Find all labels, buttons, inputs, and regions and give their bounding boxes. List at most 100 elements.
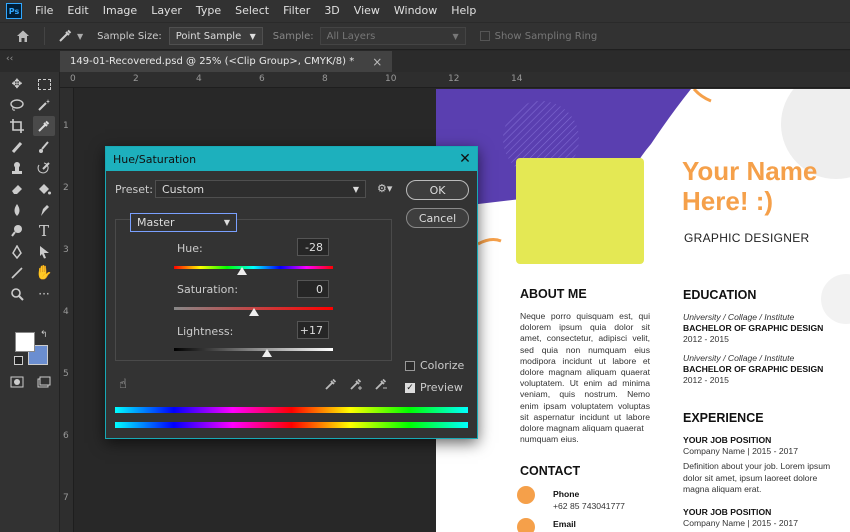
menu-view[interactable]: View (347, 0, 387, 22)
lasso-tool-icon[interactable] (6, 95, 28, 115)
marquee-tool-icon[interactable] (33, 74, 55, 94)
colorize-checkbox[interactable] (405, 361, 415, 371)
menu-bar: Ps File Edit Image Layer Type Select Fil… (0, 0, 850, 22)
brush-tool-icon[interactable] (33, 137, 55, 157)
saturation-slider-thumb[interactable] (248, 308, 259, 316)
ruler-number: 2 (133, 74, 139, 84)
document-tab[interactable]: 149-01-Recovered.psd @ 25% (<Clip Group>… (60, 51, 393, 72)
eyedropper-subtract-icon[interactable] (374, 377, 388, 394)
path-selection-tool-icon[interactable] (33, 242, 55, 262)
clone-stamp-tool-icon[interactable] (6, 158, 28, 178)
resume-document[interactable]: Your Name Here! :) GRAPHIC DESIGNER ABOU… (436, 89, 850, 532)
targeted-adjustment-hand-icon[interactable]: ☝ (119, 377, 127, 392)
show-sampling-ring-checkbox[interactable] (479, 31, 490, 41)
lightness-slider-thumb[interactable] (262, 349, 272, 357)
swap-colors-icon[interactable]: ↰ (40, 330, 48, 340)
spot-healing-brush-icon[interactable] (6, 137, 28, 157)
paint-bucket-tool-icon[interactable] (33, 179, 55, 199)
blur-tool-icon[interactable] (6, 200, 28, 220)
experience-heading: EXPERIENCE (683, 411, 764, 425)
sample-size-dropdown[interactable]: Point Sample ▼ (168, 27, 263, 45)
channel-dropdown[interactable]: Master ▼ (130, 213, 237, 232)
menu-3d[interactable]: 3D (317, 0, 346, 22)
cancel-button[interactable]: Cancel (406, 208, 469, 228)
chevron-down-icon: ▼ (223, 218, 230, 227)
smudge-tool-icon[interactable] (33, 200, 55, 220)
menu-image[interactable]: Image (96, 0, 144, 22)
ruler-number: 0 (70, 74, 76, 84)
tools-panel: ✥ T ✋ ··· ↰ (0, 72, 60, 532)
eyedropper-icon[interactable] (324, 377, 338, 394)
sample-dropdown[interactable]: All Layers ▼ (319, 27, 466, 45)
eraser-tool-icon[interactable] (6, 179, 28, 199)
show-sampling-ring-label: Show Sampling Ring (494, 30, 598, 42)
magic-wand-tool-icon[interactable] (33, 95, 55, 115)
foreground-color-swatch[interactable] (15, 332, 35, 352)
close-tab-icon[interactable]: × (372, 55, 382, 69)
line-tool-icon[interactable] (6, 263, 28, 283)
menu-help[interactable]: Help (444, 0, 483, 22)
preset-dropdown[interactable]: Custom ▼ (155, 180, 366, 198)
crop-tool-icon[interactable] (6, 116, 28, 136)
ok-button[interactable]: OK (406, 180, 469, 200)
history-brush-tool-icon[interactable] (33, 158, 55, 178)
home-icon[interactable] (16, 29, 30, 43)
type-tool-icon[interactable]: T (33, 221, 55, 241)
eyedropper-tool-preset-icon[interactable] (57, 28, 73, 44)
preset-label: Preset: (115, 183, 154, 196)
options-bar: ▼ Sample Size: Point Sample ▼ Sample: All… (0, 22, 850, 50)
eyedropper-tool-icon[interactable] (33, 116, 55, 136)
chevron-down-icon[interactable]: ▼ (77, 32, 83, 41)
menu-file[interactable]: File (28, 0, 60, 22)
move-tool-icon[interactable]: ✥ (6, 74, 28, 94)
hue-slider-thumb[interactable] (237, 267, 248, 275)
hue-slider-track[interactable] (174, 266, 333, 269)
screen-mode-icon[interactable] (33, 372, 55, 392)
lightness-slider-track[interactable] (174, 348, 333, 351)
preset-options-gear-icon[interactable]: ⚙▾ (377, 182, 392, 195)
photoshop-logo-icon: Ps (6, 3, 22, 19)
menu-filter[interactable]: Filter (276, 0, 317, 22)
hand-tool-icon[interactable]: ✋ (33, 263, 55, 283)
ruler-number: 3 (63, 245, 69, 255)
ruler-number: 12 (448, 74, 460, 84)
menu-edit[interactable]: Edit (60, 0, 95, 22)
quick-mask-icon[interactable] (6, 372, 28, 392)
preview-label: Preview (420, 381, 463, 394)
close-icon[interactable]: ✕ (453, 151, 477, 167)
channel-value: Master (137, 216, 175, 229)
profile-photo-placeholder (516, 158, 644, 264)
experience-item: YOUR JOB POSITION Company Name | 2015 - … (683, 435, 831, 494)
contact-heading: CONTACT (520, 464, 581, 478)
menu-select[interactable]: Select (228, 0, 276, 22)
menu-window[interactable]: Window (387, 0, 444, 22)
saturation-value-field[interactable]: 0 (297, 280, 329, 298)
zoom-tool-icon[interactable] (6, 284, 28, 304)
hue-value-field[interactable]: -28 (297, 238, 329, 256)
dialog-title-bar[interactable]: Hue/Saturation ✕ (106, 147, 477, 171)
output-color-bar (115, 422, 468, 428)
resume-name-line1: Your Name (682, 156, 818, 186)
education-heading: EDUCATION (683, 288, 757, 302)
phone-label: Phone (553, 489, 580, 499)
dialog-title: Hue/Saturation (113, 152, 197, 166)
lightness-value-field[interactable]: +17 (297, 321, 329, 339)
menu-type[interactable]: Type (189, 0, 228, 22)
sample-size-label: Sample Size: (97, 30, 162, 42)
default-colors-icon[interactable] (14, 356, 23, 365)
experience-item: YOUR JOB POSITION Company Name | 2015 - … (683, 507, 798, 529)
preview-checkbox[interactable]: ✓ (405, 383, 415, 393)
pen-tool-icon[interactable] (6, 242, 28, 262)
collapse-panels-icon[interactable]: ‹‹ (6, 54, 13, 64)
menu-layer[interactable]: Layer (144, 0, 189, 22)
sample-label: Sample: (272, 30, 314, 42)
saturation-label: Saturation: (177, 283, 239, 296)
more-tools-icon[interactable]: ··· (33, 284, 55, 304)
ruler-number: 2 (63, 183, 69, 193)
hue-label: Hue: (177, 242, 203, 255)
eyedropper-add-icon[interactable] (349, 377, 363, 394)
dodge-tool-icon[interactable] (6, 221, 28, 241)
top-ruler: 0 2 4 6 8 10 12 14 (60, 72, 850, 88)
colorize-label: Colorize (420, 359, 465, 372)
ruler-number: 6 (259, 74, 265, 84)
